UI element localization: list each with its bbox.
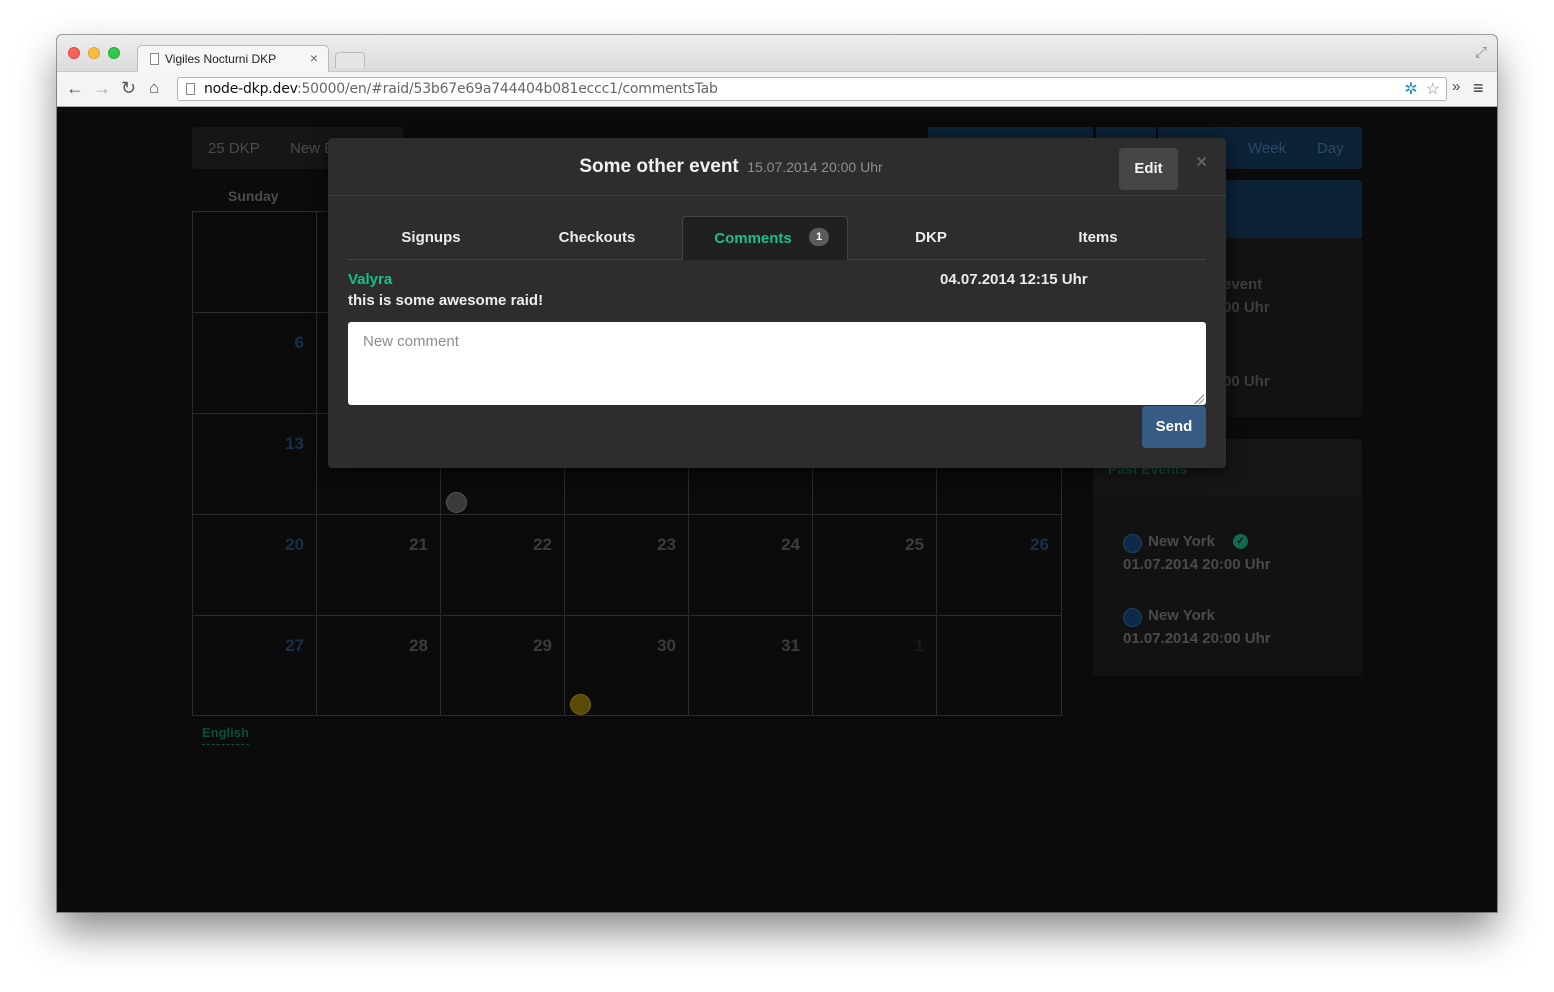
browser-window: Vigiles Nocturni DKP × ⤢ ← → ↻ ⌂ node-dk… (57, 35, 1497, 912)
modal-header: Some other event 15.07.2014 20:00 Uhr Ed… (328, 138, 1226, 196)
calendar-cell[interactable]: 28 (316, 615, 441, 716)
fullscreen-icon[interactable]: ⤢ (1475, 44, 1487, 61)
window-close-button[interactable] (68, 47, 80, 59)
new-tab-button[interactable] (335, 52, 365, 68)
calendar-cell[interactable]: 24 (688, 514, 813, 616)
extensions-overflow-icon[interactable]: » (1452, 78, 1460, 95)
calendar-cell[interactable]: 25 (812, 514, 937, 616)
window-zoom-button[interactable] (108, 47, 120, 59)
tab-dkp[interactable]: DKP (848, 216, 1014, 259)
comment-timestamp: 04.07.2014 12:15 Uhr (940, 271, 1088, 288)
comment-text: this is some awesome raid! (348, 292, 544, 309)
browser-menu-icon[interactable]: ≡ (1473, 78, 1484, 99)
page-content: 25 DKP New E Week Day Sunday 6 13 20 21 … (57, 107, 1497, 912)
reload-icon[interactable]: ↻ (121, 78, 136, 98)
send-button[interactable]: Send (1142, 406, 1206, 448)
language-switcher[interactable]: English (202, 725, 249, 745)
comment-author[interactable]: Valyra (348, 271, 392, 288)
page-icon (150, 53, 159, 65)
tab-comments[interactable]: Comments 1 (682, 216, 848, 260)
upcoming-event-fragment[interactable]: event (1223, 276, 1262, 293)
edit-button[interactable]: Edit (1119, 148, 1178, 190)
calendar-cell[interactable]: 21 (316, 514, 441, 616)
back-arrow-icon[interactable]: ← (66, 78, 84, 98)
title-bar: Vigiles Nocturni DKP × ⤢ (57, 35, 1497, 72)
view-button-day[interactable]: Day (1300, 127, 1362, 169)
modal-title: Some other event 15.07.2014 20:00 Uhr (328, 156, 1134, 178)
extension-icon[interactable]: ✲ (1404, 81, 1417, 98)
forward-arrow-icon[interactable]: → (93, 78, 111, 98)
resize-handle-icon[interactable] (1194, 394, 1204, 404)
event-dot[interactable] (446, 492, 467, 513)
past-event-date: 01.07.2014 20:00 Uhr (1123, 556, 1271, 573)
event-dot[interactable] (570, 694, 591, 715)
calendar-cell[interactable]: 20 (192, 514, 317, 616)
view-button-week[interactable]: Week (1234, 127, 1300, 169)
calendar-cell[interactable]: 30 (564, 615, 689, 716)
modal-tabs: Signups Checkouts Comments 1 DKP Items (348, 216, 1206, 260)
event-modal: Some other event 15.07.2014 20:00 Uhr Ed… (328, 138, 1226, 468)
past-event-name[interactable]: New York (1148, 533, 1215, 550)
comment-count-badge: 1 (809, 228, 829, 246)
calendar-cell[interactable]: 27 (192, 615, 317, 716)
calendar-cell[interactable]: 13 (192, 413, 317, 515)
calendar-cell[interactable]: 1 (812, 615, 937, 716)
tab-checkouts[interactable]: Checkouts (514, 216, 680, 259)
address-bar[interactable]: node-dkp.dev:50000/en/#raid/53b67e69a744… (177, 77, 1447, 101)
tab-items[interactable]: Items (1015, 216, 1181, 259)
upcoming-event-time: 00 Uhr (1223, 373, 1270, 390)
check-circle-icon: ✓ (1233, 534, 1248, 549)
home-icon[interactable]: ⌂ (149, 78, 159, 98)
upcoming-event-time: 00 Uhr (1223, 299, 1270, 316)
calendar-cell[interactable]: 31 (688, 615, 813, 716)
tab-signups[interactable]: Signups (348, 216, 514, 259)
new-comment-input[interactable] (348, 322, 1206, 405)
window-minimize-button[interactable] (88, 47, 100, 59)
close-icon[interactable]: × (1196, 152, 1207, 174)
calendar-cell[interactable]: 23 (564, 514, 689, 616)
tab-close-icon[interactable]: × (310, 50, 318, 66)
past-event-date: 01.07.2014 20:00 Uhr (1123, 630, 1271, 647)
dkp-counter[interactable]: 25 DKP (208, 140, 260, 157)
past-events-panel: Past Events New York ✓ 01.07.2014 20:00 … (1093, 439, 1362, 676)
calendar-cell[interactable]: 29 (440, 615, 565, 716)
browser-toolbar: ← → ↻ ⌂ node-dkp.dev:50000/en/#raid/53b6… (57, 72, 1497, 107)
event-type-icon (1123, 534, 1142, 553)
event-date: 15.07.2014 20:00 Uhr (747, 159, 883, 175)
event-title: Some other event (579, 156, 739, 177)
page-icon (186, 83, 195, 95)
browser-tab[interactable]: Vigiles Nocturni DKP × (137, 45, 329, 72)
url-text[interactable]: node-dkp.dev:50000/en/#raid/53b67e69a744… (204, 81, 718, 97)
calendar-cell[interactable]: 26 (936, 514, 1062, 616)
calendar-cell[interactable] (192, 211, 317, 313)
past-event-name[interactable]: New York (1148, 607, 1215, 624)
event-type-icon (1123, 608, 1142, 627)
day-header-sunday: Sunday (228, 188, 279, 204)
calendar-cell[interactable]: 6 (192, 312, 317, 414)
calendar-cell[interactable] (936, 615, 1062, 716)
calendar-cell[interactable]: 22 (440, 514, 565, 616)
tab-title: Vigiles Nocturni DKP (165, 52, 277, 66)
bookmark-star-icon[interactable]: ☆ (1426, 81, 1440, 98)
